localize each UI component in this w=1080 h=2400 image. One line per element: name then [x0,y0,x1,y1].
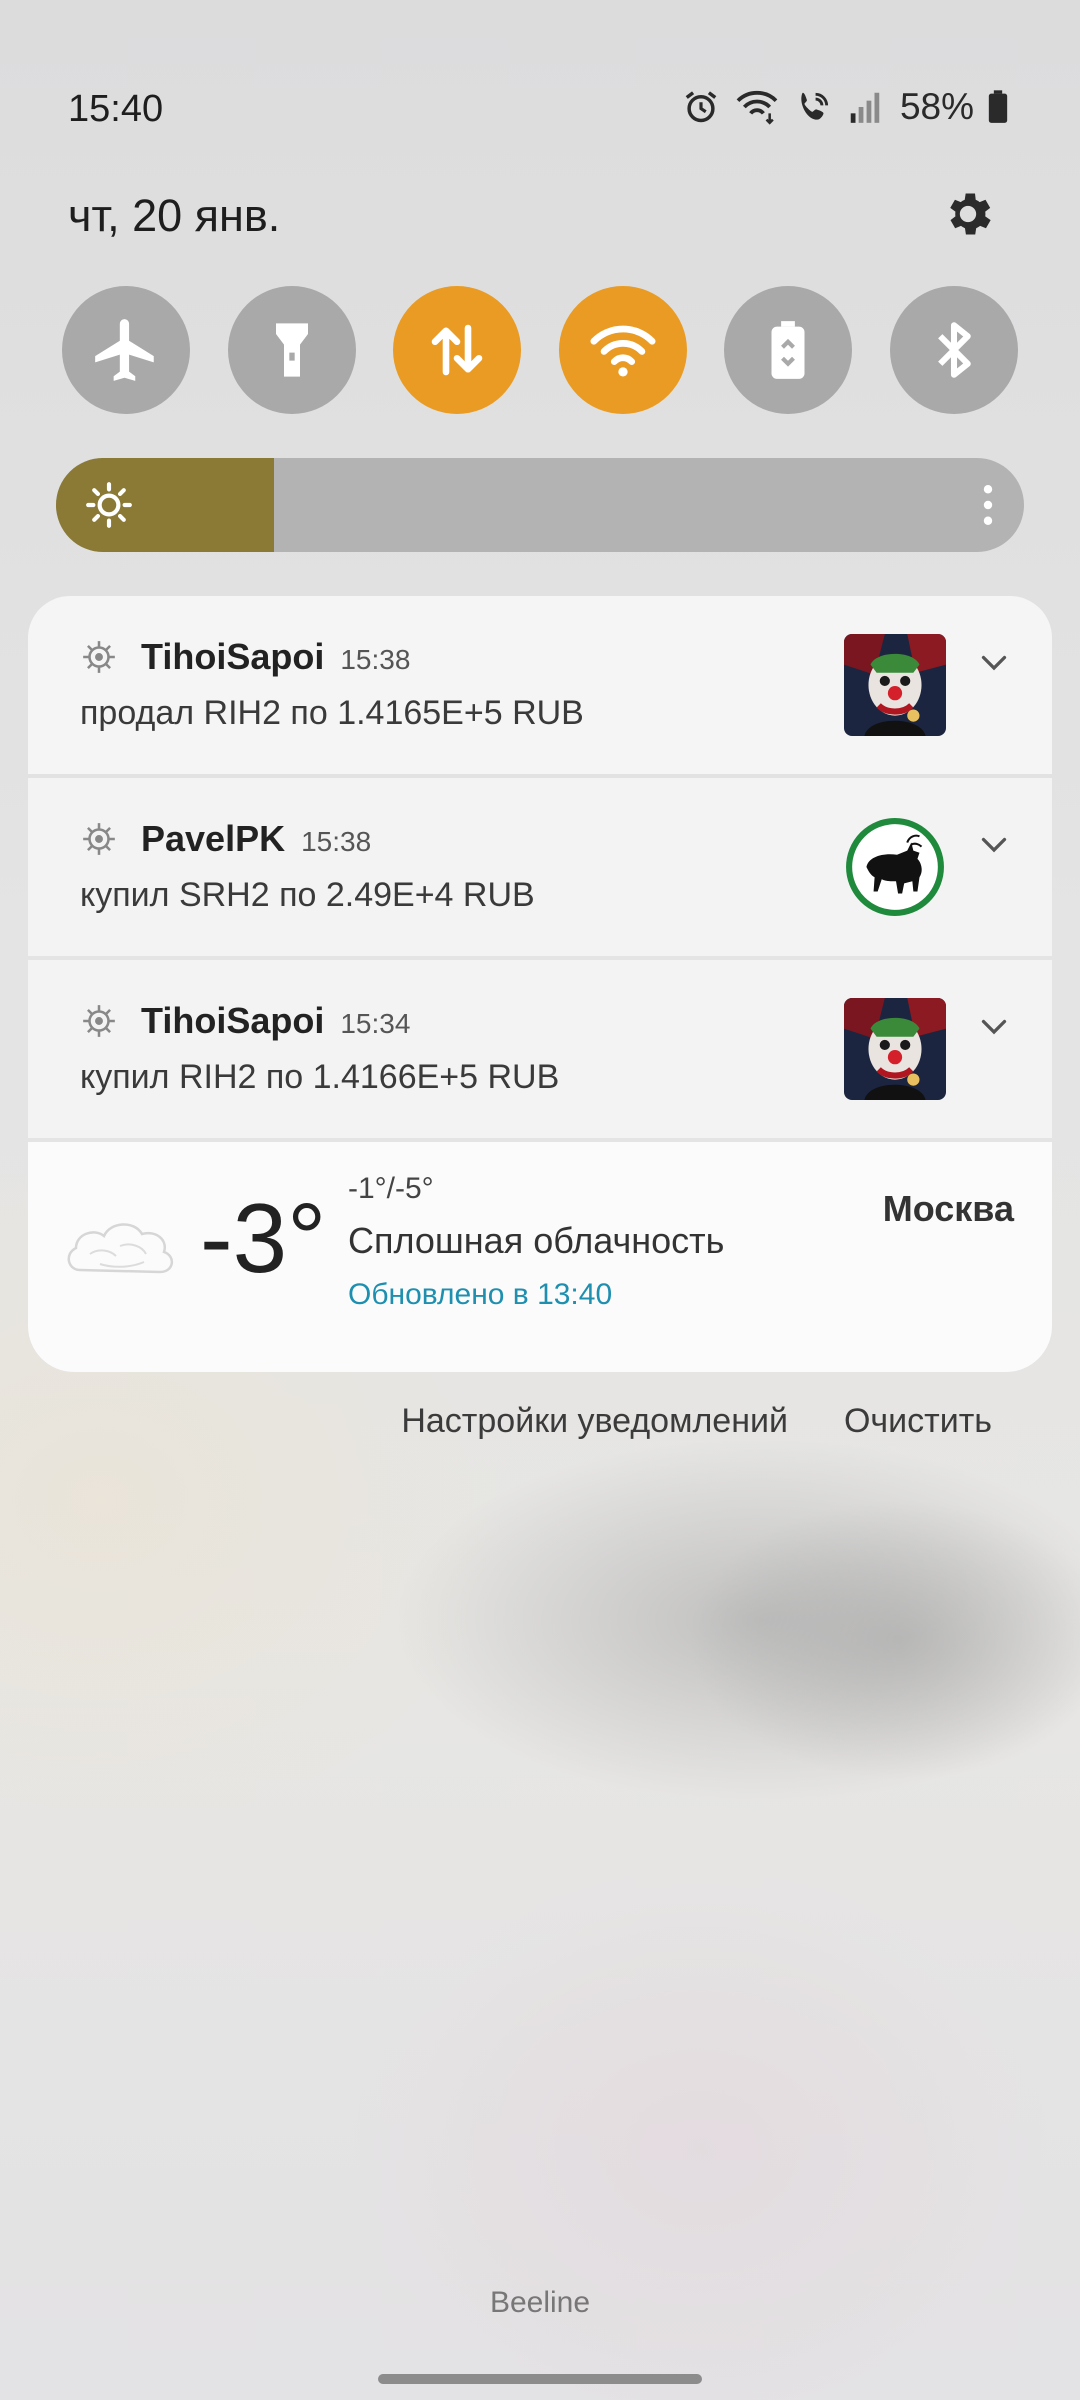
brightness-slider[interactable] [56,458,1024,552]
signal-icon [850,92,880,123]
app-icon [83,823,115,855]
notification-sender: TihoiSapoi 15:38 [141,636,411,677]
qs-power-saving[interactable] [724,286,853,414]
weather-card[interactable]: -3° -1°/-5° Сплошная облачность Обновлен… [28,1142,1052,1372]
clown-avatar [844,998,946,1100]
notification-item[interactable]: TihoiSapoi 15:34 купил RIH2 по 1.4166E+5 … [28,960,1052,1138]
notification-time: 15:38 [301,826,372,857]
data-arrows-icon [431,324,483,376]
app-icon [83,641,115,673]
qs-flashlight[interactable] [227,286,356,414]
notification-text: купил RIH2 по 1.4166E+5 RUB [80,1058,560,1096]
notification-text: продал RIH2 по 1.4165E+5 RUB [80,694,584,732]
sun-icon [86,482,132,528]
more-options-icon[interactable] [982,484,994,526]
gear-icon[interactable] [940,186,996,242]
quick-settings [62,286,1018,414]
qs-bluetooth[interactable] [889,286,1018,414]
app-icon [83,1005,115,1037]
notification-item[interactable]: TihoiSapoi 15:38 продал RIH2 по 1.4165E+5… [28,596,1052,774]
alarm-icon [685,91,717,123]
bull-avatar [844,816,946,918]
carrier-label: Beeline [489,2286,591,2319]
clown-avatar [844,634,946,736]
qs-mobile-data[interactable] [393,286,522,414]
notification-text: купил SRH2 по 2.49E+4 RUB [80,876,535,914]
qs-airplane-mode[interactable] [62,286,190,414]
chevron-down-icon[interactable] [976,644,1012,680]
weather-updated: Обновлено в 13:40 [348,1278,613,1311]
status-clock: 15:40 [68,88,164,130]
weather-condition: Сплошная облачность [348,1220,725,1261]
chevron-down-icon[interactable] [976,1008,1012,1044]
notification-item[interactable]: PavelPK 15:38 купил SRH2 по 2.49E+4 RUB [28,778,1052,956]
battery-icon [988,90,1008,123]
weather-range: -1°/-5° [348,1172,434,1205]
status-icons: 58% [682,86,1008,128]
notification-sender: PavelPK 15:38 [141,818,372,859]
qs-wifi[interactable] [558,286,687,414]
bluetooth-icon [938,322,971,378]
wifi-call-icon [801,92,829,120]
notification-list: TihoiSapoi 15:38 продал RIH2 по 1.4165E+5… [28,596,1052,1372]
wifi-icon [590,325,656,377]
notification-time: 15:34 [340,1008,411,1039]
notification-time: 15:38 [340,644,411,675]
status-bar: 15:40 58% [0,0,1080,220]
notification-settings-button[interactable]: Настройки уведомлений [401,1402,788,1441]
battery-percent: 58% [899,86,974,127]
clear-button[interactable]: Очистить [844,1402,992,1441]
weather-temperature: -3° [200,1183,327,1293]
battery-saver-icon [771,321,805,379]
airplane-icon [95,319,154,381]
notification-actions: Настройки уведомлений Очистить [401,1402,992,1441]
weather-city: Москва [882,1188,1014,1229]
wifi-icon [736,90,778,125]
flashlight-icon [275,323,308,377]
home-indicator[interactable] [378,2374,702,2384]
notification-sender: TihoiSapoi 15:34 [141,1000,411,1041]
date-label: чт, 20 янв. [68,190,281,241]
chevron-down-icon[interactable] [976,826,1012,862]
cloud-icon [67,1223,173,1274]
